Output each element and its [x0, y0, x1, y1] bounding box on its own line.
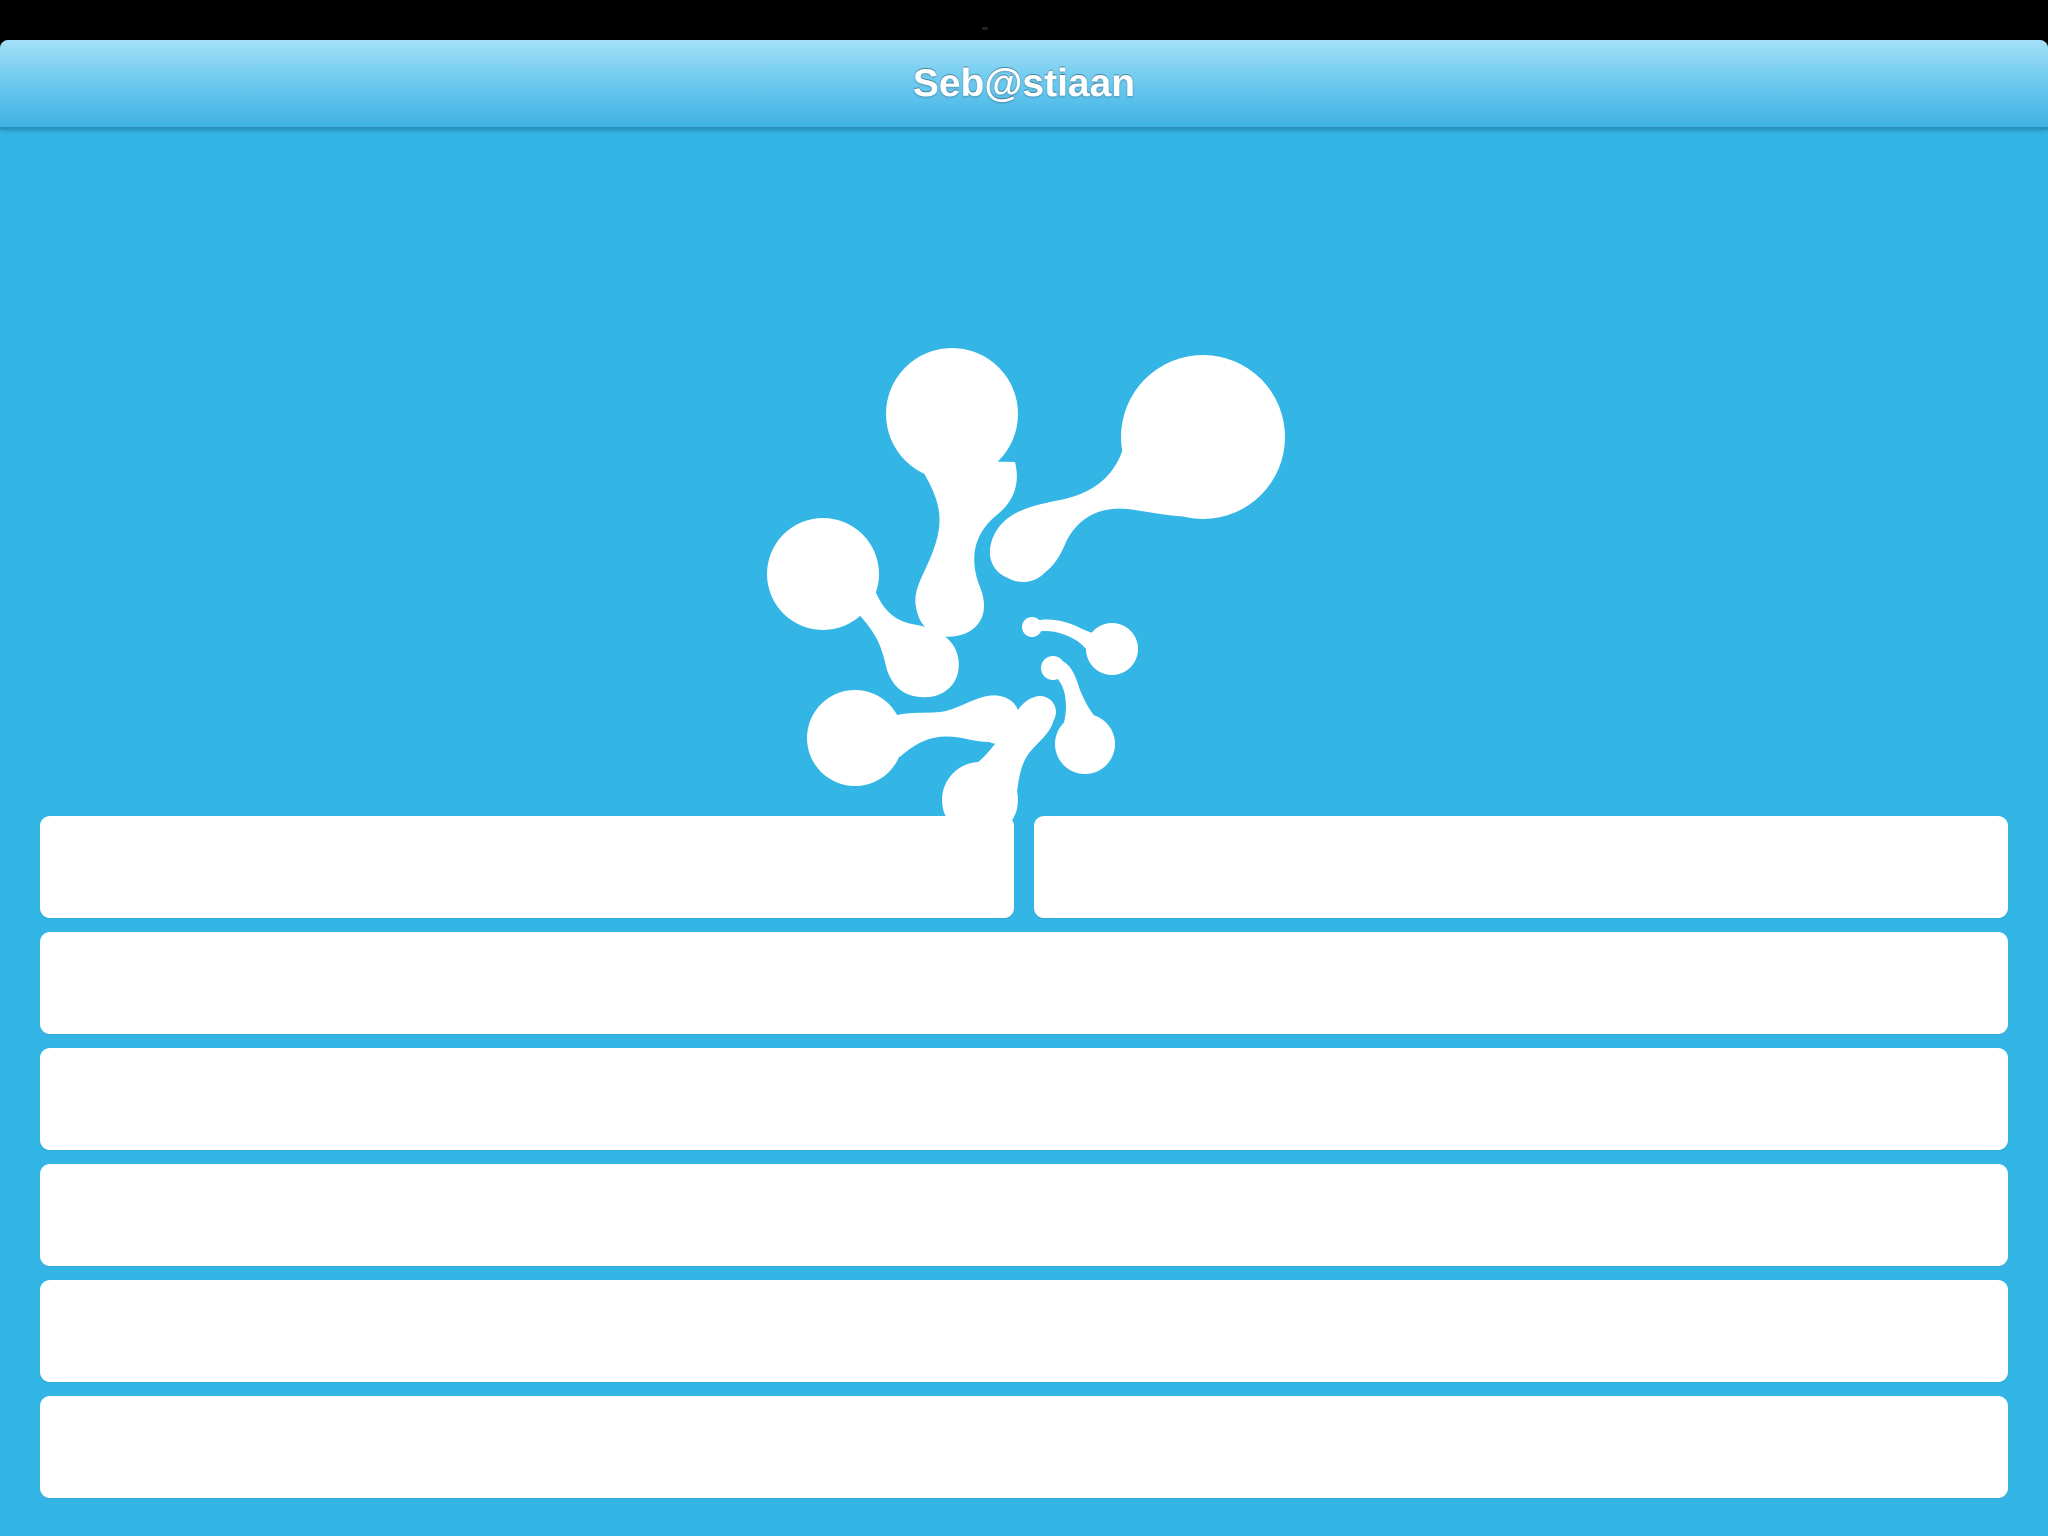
menu-button-3-label: [40, 932, 2008, 1034]
menu-button-1[interactable]: [40, 816, 1014, 918]
app-screen: Seb@stiaan: [0, 0, 2048, 1536]
menu-button-2[interactable]: [1034, 816, 2008, 918]
main-content: [0, 127, 2048, 1536]
status-indicator: [982, 27, 988, 30]
menu-button-5[interactable]: [40, 1164, 2008, 1266]
status-bar: [0, 0, 2048, 40]
menu-button-6[interactable]: [40, 1280, 2008, 1382]
menu-button-1-label: [40, 816, 1014, 918]
navigation-bar: Seb@stiaan: [0, 40, 2048, 129]
menu-button-4[interactable]: [40, 1048, 2008, 1150]
menu-button-3[interactable]: [40, 932, 2008, 1034]
menu-button-4-label: [40, 1048, 2008, 1150]
menu-button-5-label: [40, 1164, 2008, 1266]
menu-button-2-label: [1034, 816, 2008, 918]
menu-button-6-label: [40, 1280, 2008, 1382]
menu-button-7[interactable]: [40, 1396, 2008, 1498]
page-title: Seb@stiaan: [912, 62, 1136, 105]
molecule-splash-logo-icon: [767, 348, 1285, 838]
menu-button-7-label: [40, 1396, 2008, 1498]
